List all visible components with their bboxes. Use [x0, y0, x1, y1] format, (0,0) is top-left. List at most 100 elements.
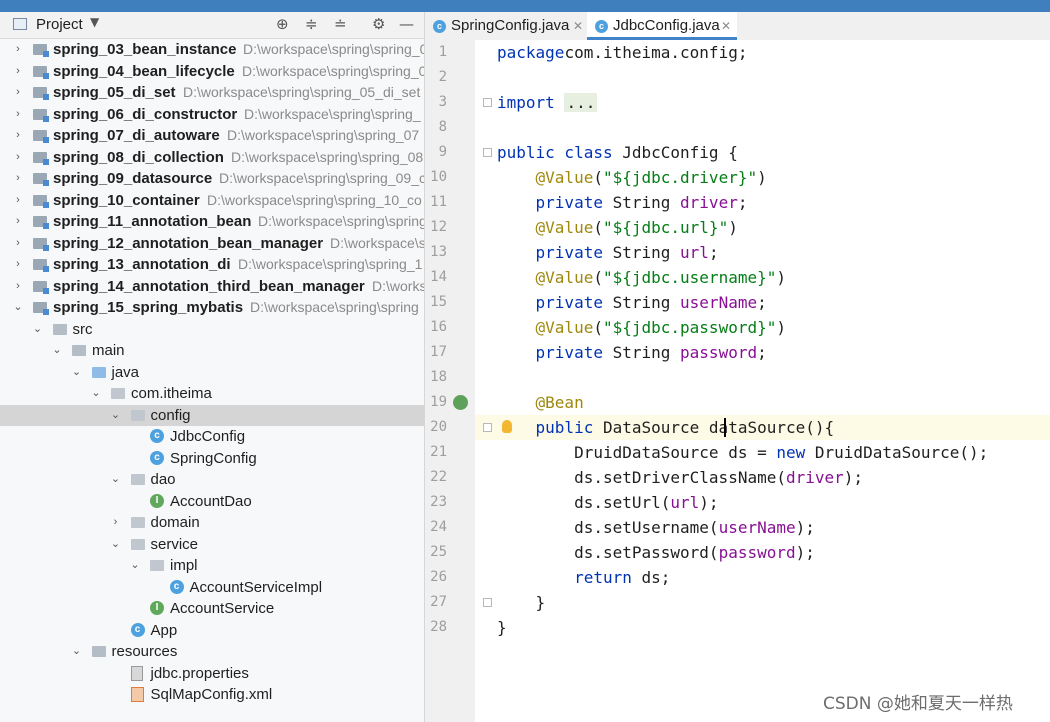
code-token: ( — [593, 168, 603, 187]
tab-springconfig[interactable]: c SpringConfig.java ✕ — [425, 12, 587, 40]
code-line[interactable]: } — [497, 615, 507, 640]
tree-row[interactable]: c App — [0, 620, 424, 641]
code-line[interactable]: packagecom.itheima.config; — [497, 40, 747, 65]
tree-row[interactable]: › spring_14_annotation_third_bean_manager… — [0, 276, 424, 297]
tree-row[interactable]: SqlMapConfig.xml — [0, 684, 424, 705]
code-line[interactable]: ds.setUsername(userName); — [497, 515, 815, 540]
tree-row[interactable]: › spring_05_di_set D:\workspace\spring\spr… — [0, 82, 424, 103]
chevron-down-icon[interactable]: ⌄ — [110, 405, 122, 426]
lightbulb-icon[interactable] — [502, 420, 512, 433]
code-line[interactable]: ds.setDriverClassName(driver); — [497, 465, 863, 490]
code-line[interactable]: public class JdbcConfig { — [497, 140, 738, 165]
code-line[interactable]: import ... — [497, 90, 598, 115]
tree-row[interactable]: › spring_04_bean_lifecycle D:\workspace\sp… — [0, 61, 424, 82]
chevron-down-icon[interactable]: ▼ — [90, 15, 99, 29]
tree-row[interactable]: ⌄ src — [0, 319, 424, 340]
chevron-right-icon[interactable]: › — [12, 254, 24, 275]
close-icon[interactable]: ✕ — [573, 12, 583, 40]
code-line[interactable]: @Value("${jdbc.url}") — [497, 215, 738, 240]
chevron-right-icon[interactable]: › — [12, 233, 24, 254]
chevron-right-icon[interactable]: › — [12, 104, 24, 125]
tree-row[interactable]: ⌄ main — [0, 340, 424, 361]
chevron-right-icon[interactable]: › — [12, 276, 24, 297]
chevron-right-icon[interactable]: › — [110, 512, 122, 533]
fold-toggle-icon[interactable] — [483, 598, 492, 607]
tree-row-label: SqlMapConfig.xml — [150, 686, 273, 703]
chevron-down-icon[interactable]: ⌄ — [110, 534, 122, 555]
chevron-down-icon[interactable]: ⌄ — [12, 297, 24, 318]
chevron-right-icon[interactable]: › — [12, 39, 24, 60]
chevron-right-icon[interactable]: › — [12, 61, 24, 82]
chevron-down-icon[interactable]: ⌄ — [129, 555, 141, 576]
code-line[interactable]: private String password; — [497, 340, 767, 365]
project-panel-title[interactable]: Project — [36, 16, 83, 33]
tree-row[interactable]: › spring_12_annotation_bean_manager D:\wor… — [0, 233, 424, 254]
tree-row-label: AccountDao — [170, 492, 252, 510]
tree-row[interactable]: ⌄ impl — [0, 555, 424, 576]
code-line[interactable]: ds.setPassword(password); — [497, 540, 815, 565]
tree-row[interactable]: › spring_08_di_collection D:\workspace\spr… — [0, 147, 424, 168]
chevron-down-icon[interactable]: ⌄ — [71, 362, 83, 383]
code-line[interactable]: private String url; — [497, 240, 719, 265]
fold-toggle-icon[interactable] — [483, 423, 492, 432]
code-token: public — [535, 418, 594, 437]
tree-row[interactable]: › domain — [0, 512, 424, 533]
tree-row[interactable]: ⌄ java — [0, 362, 424, 383]
tree-row[interactable]: c AccountServiceImpl — [0, 577, 424, 598]
tree-row[interactable]: I AccountService — [0, 598, 424, 619]
fold-toggle-icon[interactable] — [483, 148, 492, 157]
tree-row[interactable]: › spring_13_annotation_di D:\workspace\spr… — [0, 254, 424, 275]
chevron-right-icon[interactable]: › — [12, 125, 24, 146]
tree-row[interactable]: › spring_09_datasource D:\workspace\spring… — [0, 168, 424, 189]
tree-row[interactable]: › spring_03_bean_instance D:\workspace\spr… — [0, 39, 424, 60]
chevron-right-icon[interactable]: › — [12, 82, 24, 103]
tree-row[interactable]: › spring_10_container D:\workspace\spring\… — [0, 190, 424, 211]
tree-row[interactable]: ⌄ service — [0, 534, 424, 555]
chevron-down-icon[interactable]: ⌄ — [90, 383, 102, 404]
tree-row[interactable]: › spring_06_di_constructor D:\workspace\sp… — [0, 104, 424, 125]
code-line[interactable]: private String driver; — [497, 190, 748, 215]
tree-row[interactable]: › spring_07_di_autoware D:\workspace\sprin… — [0, 125, 424, 146]
tree-row[interactable]: c JdbcConfig — [0, 426, 424, 447]
tree-row[interactable]: c SpringConfig — [0, 448, 424, 469]
minimize-icon[interactable]: — — [399, 15, 414, 33]
chevron-down-icon[interactable]: ⌄ — [51, 340, 63, 361]
code-line[interactable]: } — [497, 590, 546, 615]
code-line[interactable]: public DataSource dataSource(){ — [497, 415, 835, 440]
tree-row[interactable]: jdbc.properties — [0, 663, 424, 684]
code-line[interactable]: @Bean — [497, 390, 584, 415]
chevron-right-icon[interactable]: › — [12, 211, 24, 232]
tree-row[interactable]: › spring_11_annotation_bean D:\workspace\s… — [0, 211, 424, 232]
code-line[interactable]: @Value("${jdbc.driver}") — [497, 165, 767, 190]
tree-row[interactable]: ⌄ com.itheima — [0, 383, 424, 404]
collapse-all-icon[interactable]: ≐ — [334, 15, 347, 33]
close-icon[interactable]: ✕ — [721, 12, 731, 40]
code-line[interactable]: DruidDataSource ds = new DruidDataSource… — [497, 440, 988, 465]
code-line[interactable]: @Value("${jdbc.username}") — [497, 265, 786, 290]
tree-row[interactable]: I AccountDao — [0, 491, 424, 512]
tree-row[interactable]: ⌄ resources — [0, 641, 424, 662]
expand-all-icon[interactable]: ≑ — [305, 15, 318, 33]
chevron-down-icon[interactable]: ⌄ — [110, 469, 122, 490]
code-line[interactable]: private String userName; — [497, 290, 767, 315]
tree-row-label: spring_03_bean_instance — [53, 41, 237, 58]
fold-toggle-icon[interactable] — [483, 98, 492, 107]
tab-jdbcconfig[interactable]: c JdbcConfig.java ✕ — [587, 12, 737, 40]
code-line[interactable]: ds.setUrl(url); — [497, 490, 719, 515]
gear-icon[interactable]: ⚙ — [372, 15, 385, 33]
tree-row[interactable]: ⌄ config — [0, 404, 424, 426]
chevron-right-icon[interactable]: › — [12, 168, 24, 189]
chevron-right-icon[interactable]: › — [12, 190, 24, 211]
chevron-down-icon[interactable]: ⌄ — [32, 319, 44, 340]
chevron-right-icon[interactable]: › — [12, 147, 24, 168]
module-icon — [33, 151, 49, 165]
tree-row-label: com.itheima — [131, 385, 212, 402]
tree-row[interactable]: ⌄ dao — [0, 469, 424, 490]
code-line[interactable]: @Value("${jdbc.password}") — [497, 315, 786, 340]
tree-row-label: src — [72, 320, 93, 338]
tree-row[interactable]: ⌄ spring_15_spring_mybatis D:\workspace\sp… — [0, 297, 424, 318]
bean-icon[interactable] — [453, 395, 468, 410]
code-line[interactable]: return ds; — [497, 565, 670, 590]
chevron-down-icon[interactable]: ⌄ — [71, 641, 83, 662]
target-icon[interactable]: ⊕ — [276, 15, 289, 33]
